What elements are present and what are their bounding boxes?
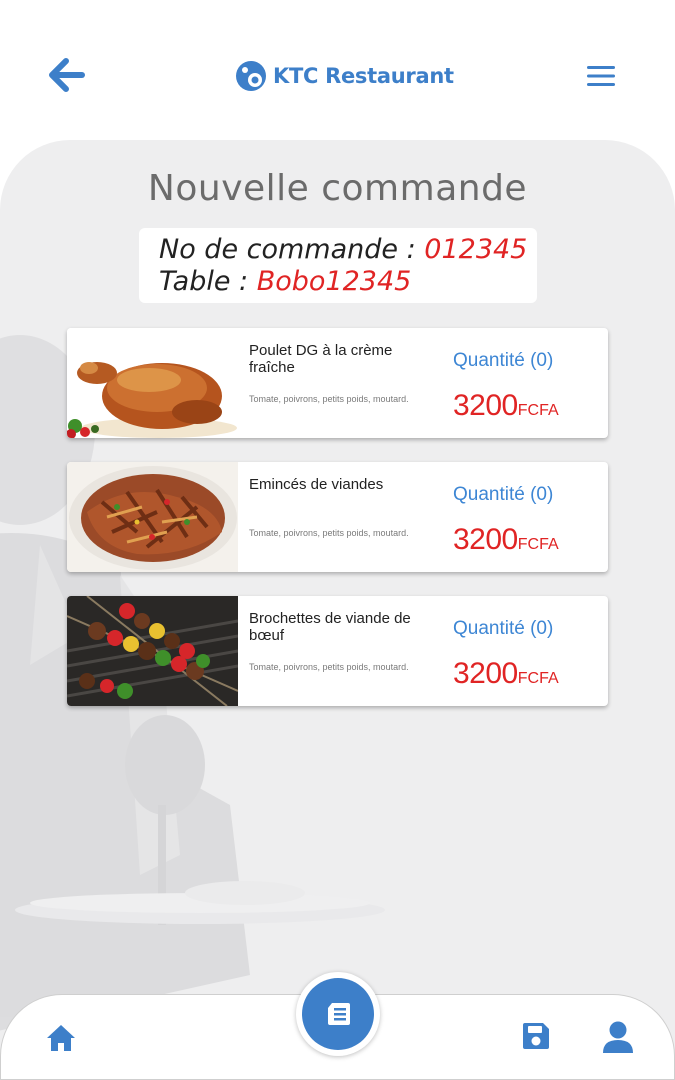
home-button[interactable] [45,1023,77,1053]
dish-description: Tomate, poivrons, petits poids, moutard. [249,528,409,538]
save-button[interactable] [521,1021,551,1051]
order-list-button[interactable] [296,972,380,1056]
app-header: KTC Restaurant [0,0,675,140]
order-list-button-circle [302,978,374,1050]
table-line: Table : Bobo12345 [159,266,537,298]
main-panel: Nouvelle commande No de commande : 01234… [0,140,675,1080]
dish-card[interactable]: Poulet DG à la crème fraîche Tomate, poi… [67,328,608,438]
save-icon [523,1023,549,1049]
dish-price-currency: FCFA [517,670,559,687]
dish-price-amount: 3200 [453,523,518,556]
restaurant-logo-icon [236,61,266,91]
dish-description: Tomate, poivrons, petits poids, moutard. [249,394,409,404]
dish-price: 3200FCFA [453,523,559,557]
dish-price-currency: FCFA [517,402,559,419]
dish-price-amount: 3200 [453,389,518,422]
dish-description: Tomate, poivrons, petits poids, moutard. [249,662,409,672]
dish-quantity-button[interactable]: Quantité (0) [453,350,553,372]
user-icon [603,1021,633,1053]
brand: KTC Restaurant [235,58,454,94]
dish-quantity-button[interactable]: Quantité (0) [453,484,553,506]
table-value: Bobo12345 [256,266,412,297]
order-number-value: 012345 [424,234,528,265]
dish-price: 3200FCFA [453,389,559,423]
arrow-left-icon [49,58,85,92]
dish-price-currency: FCFA [517,536,559,553]
dish-card[interactable]: Emincés de viandes Tomate, poivrons, pet… [67,462,608,572]
page-title: Nouvelle commande [147,168,528,209]
dish-name: Emincés de viandes [249,476,384,493]
dish-list: Poulet DG à la crème fraîche Tomate, poi… [67,328,608,730]
table-label: Table : [159,266,257,297]
order-list-icon [328,1003,350,1025]
order-number-line: No de commande : 012345 [159,234,537,266]
dish-price-amount: 3200 [453,657,518,690]
dish-name: Poulet DG à la crème fraîche [249,342,393,376]
app-title: KTC Restaurant [273,64,454,88]
back-button[interactable] [46,56,88,94]
dish-quantity-button[interactable]: Quantité (0) [453,618,553,640]
dish-price: 3200FCFA [453,657,559,691]
order-number-label: No de commande : [159,234,425,265]
roast-chicken-photo [67,328,238,438]
beef-skewers-photo [67,596,238,706]
order-info-box: No de commande : 012345 Table : Bobo1234… [139,228,537,303]
hamburger-menu-icon [587,66,615,86]
menu-button[interactable] [585,62,617,90]
profile-button[interactable] [601,1020,635,1054]
home-icon [47,1025,75,1051]
sliced-meat-stir-fry-photo [67,462,238,572]
dish-card[interactable]: Brochettes de viande de bœuf Tomate, poi… [67,596,608,706]
dish-name: Brochettes de viande de bœuf [249,610,411,644]
